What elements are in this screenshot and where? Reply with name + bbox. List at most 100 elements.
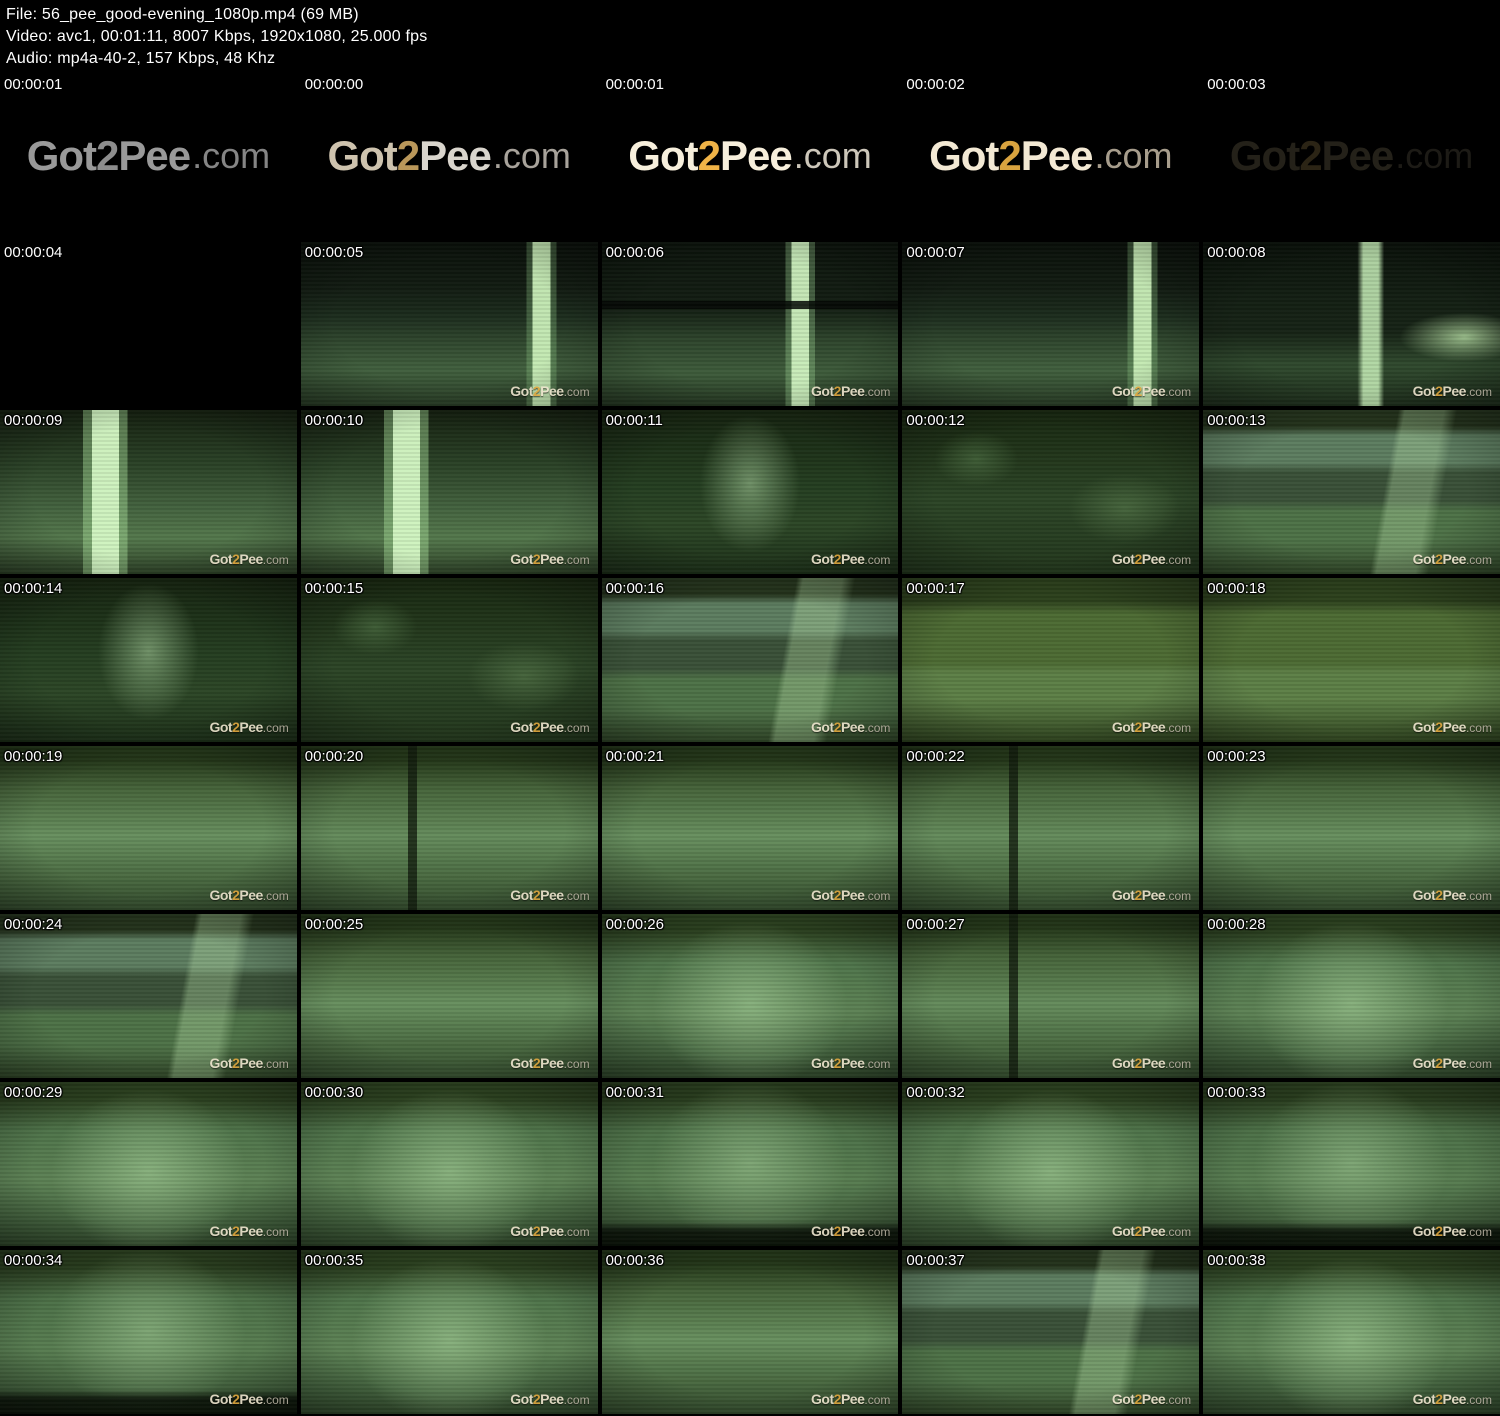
watermark-text-com: .com bbox=[263, 553, 289, 567]
brand-logo bbox=[902, 746, 1199, 910]
watermark-text-got: Got bbox=[510, 887, 533, 903]
watermark-text-pee: Pee bbox=[1142, 1223, 1165, 1239]
watermark-text-got: Got bbox=[510, 719, 533, 735]
thumbnail-tile: 00:00:25 Got2Pee.com bbox=[301, 914, 598, 1078]
brand-logo bbox=[0, 746, 297, 910]
thumbnail-grid: 00:00:01 Got2Pee.com 00:00:00 Got2Pee.co… bbox=[0, 74, 1500, 1414]
brand-logo: Got2Pee.com bbox=[301, 74, 598, 238]
brand-watermark-logo: Got2Pee.com bbox=[811, 1055, 890, 1073]
thumbnail-tile: 00:00:32 Got2Pee.com bbox=[902, 1082, 1199, 1246]
brand-watermark-logo: Got2Pee.com bbox=[1413, 887, 1492, 905]
brand-logo bbox=[301, 746, 598, 910]
brand-watermark-logo: Got2Pee.com bbox=[1413, 1223, 1492, 1241]
watermark-text-2: 2 bbox=[1435, 719, 1442, 735]
thumbnail-tile: 00:00:16 Got2Pee.com bbox=[602, 578, 899, 742]
watermark-text-pee: Pee bbox=[540, 1223, 563, 1239]
brand-logo bbox=[0, 242, 297, 406]
thumbnail-tile: 00:00:28 Got2Pee.com bbox=[1203, 914, 1500, 1078]
watermark-text-com: .com bbox=[263, 1225, 289, 1239]
brand-text-got: Got bbox=[628, 132, 697, 180]
watermark-text-pee: Pee bbox=[1443, 1391, 1466, 1407]
thumbnail-tile: 00:00:04 bbox=[0, 242, 297, 406]
brand-text-com: .com bbox=[1094, 135, 1172, 177]
brand-logo bbox=[0, 1250, 297, 1414]
brand-logo bbox=[301, 410, 598, 574]
timestamp-label: 00:00:00 bbox=[305, 76, 363, 93]
watermark-text-2: 2 bbox=[1134, 551, 1141, 567]
brand-watermark-logo: Got2Pee.com bbox=[1413, 383, 1492, 401]
watermark-text-com: .com bbox=[263, 1057, 289, 1071]
thumbnail-tile: 00:00:00 Got2Pee.com bbox=[301, 74, 598, 238]
brand-text-2: 2 bbox=[998, 132, 1020, 180]
brand-text-2: 2 bbox=[96, 132, 118, 180]
thumbnail-tile: 00:00:17 Got2Pee.com bbox=[902, 578, 1199, 742]
watermark-text-2: 2 bbox=[1134, 1055, 1141, 1071]
brand-watermark-logo: Got2Pee.com bbox=[510, 719, 589, 737]
watermark-text-com: .com bbox=[864, 721, 890, 735]
brand-text-2: 2 bbox=[698, 132, 720, 180]
brand-watermark-logo: Got2Pee.com bbox=[811, 1223, 890, 1241]
timestamp-label: 00:00:27 bbox=[906, 916, 964, 933]
watermark-text-com: .com bbox=[1165, 553, 1191, 567]
brand-watermark-logo: Got2Pee.com bbox=[1112, 719, 1191, 737]
brand-logo bbox=[1203, 578, 1500, 742]
timestamp-label: 00:00:34 bbox=[4, 1252, 62, 1269]
watermark-text-2: 2 bbox=[834, 1223, 841, 1239]
watermark-text-pee: Pee bbox=[1142, 887, 1165, 903]
brand-logo bbox=[602, 242, 899, 406]
watermark-text-pee: Pee bbox=[841, 1055, 864, 1071]
brand-watermark-logo: Got2Pee.com bbox=[510, 551, 589, 569]
brand-watermark-logo: Got2Pee.com bbox=[1413, 551, 1492, 569]
brand-logo bbox=[301, 242, 598, 406]
watermark-text-got: Got bbox=[811, 1391, 834, 1407]
watermark-text-pee: Pee bbox=[1443, 1055, 1466, 1071]
timestamp-label: 00:00:35 bbox=[305, 1252, 363, 1269]
thumbnail-tile: 00:00:12 Got2Pee.com bbox=[902, 410, 1199, 574]
timestamp-label: 00:00:31 bbox=[606, 1084, 664, 1101]
timestamp-label: 00:00:05 bbox=[305, 244, 363, 261]
thumbnail-tile: 00:00:31 Got2Pee.com bbox=[602, 1082, 899, 1246]
thumbnail-tile: 00:00:10 Got2Pee.com bbox=[301, 410, 598, 574]
timestamp-label: 00:00:28 bbox=[1207, 916, 1265, 933]
watermark-text-got: Got bbox=[209, 1223, 232, 1239]
brand-watermark-logo: Got2Pee.com bbox=[510, 1391, 589, 1409]
watermark-text-pee: Pee bbox=[841, 887, 864, 903]
watermark-text-got: Got bbox=[1112, 383, 1135, 399]
timestamp-label: 00:00:32 bbox=[906, 1084, 964, 1101]
brand-watermark-logo: Got2Pee.com bbox=[1413, 1391, 1492, 1409]
watermark-text-pee: Pee bbox=[540, 551, 563, 567]
watermark-text-pee: Pee bbox=[239, 1223, 262, 1239]
watermark-text-got: Got bbox=[1413, 551, 1436, 567]
watermark-text-got: Got bbox=[209, 887, 232, 903]
brand-logo bbox=[1203, 1250, 1500, 1414]
watermark-text-com: .com bbox=[564, 385, 590, 399]
watermark-text-com: .com bbox=[1466, 889, 1492, 903]
timestamp-label: 00:00:22 bbox=[906, 748, 964, 765]
watermark-text-got: Got bbox=[510, 1223, 533, 1239]
watermark-text-got: Got bbox=[1112, 551, 1135, 567]
brand-logo bbox=[902, 1082, 1199, 1246]
watermark-text-pee: Pee bbox=[239, 551, 262, 567]
watermark-text-com: .com bbox=[564, 1057, 590, 1071]
brand-logo: Got2Pee.com bbox=[902, 74, 1199, 238]
timestamp-label: 00:00:17 bbox=[906, 580, 964, 597]
brand-watermark-logo: Got2Pee.com bbox=[209, 887, 288, 905]
thumbnail-tile: 00:00:30 Got2Pee.com bbox=[301, 1082, 598, 1246]
brand-text-got: Got bbox=[1230, 132, 1299, 180]
brand-logo bbox=[602, 1082, 899, 1246]
timestamp-label: 00:00:15 bbox=[305, 580, 363, 597]
thumbnail-tile: 00:00:11 Got2Pee.com bbox=[602, 410, 899, 574]
watermark-text-pee: Pee bbox=[841, 383, 864, 399]
watermark-text-com: .com bbox=[1466, 1393, 1492, 1407]
watermark-text-pee: Pee bbox=[1443, 887, 1466, 903]
watermark-text-2: 2 bbox=[834, 1391, 841, 1407]
watermark-text-com: .com bbox=[263, 1393, 289, 1407]
watermark-text-got: Got bbox=[1112, 1391, 1135, 1407]
timestamp-label: 00:00:36 bbox=[606, 1252, 664, 1269]
brand-logo bbox=[902, 1250, 1199, 1414]
watermark-text-2: 2 bbox=[1435, 1391, 1442, 1407]
brand-logo bbox=[0, 914, 297, 1078]
watermark-text-got: Got bbox=[811, 887, 834, 903]
brand-logo bbox=[602, 578, 899, 742]
watermark-text-com: .com bbox=[864, 889, 890, 903]
